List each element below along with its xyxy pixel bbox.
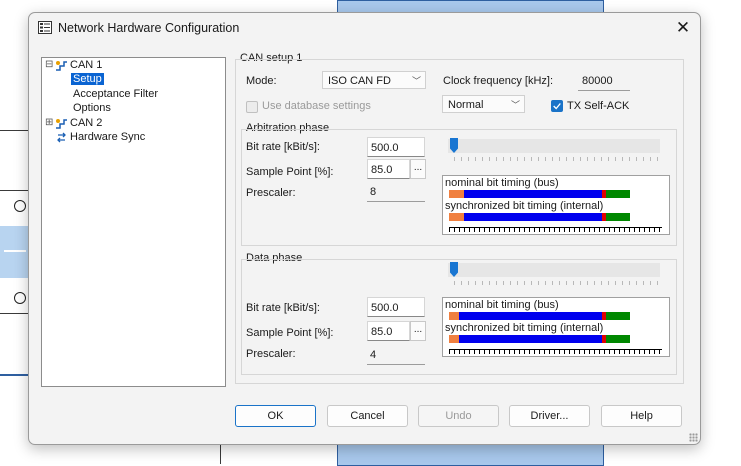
sync-sync-segment	[449, 213, 464, 221]
use-database-checkbox[interactable]	[246, 101, 258, 113]
background-vertical-line	[220, 443, 221, 464]
background-block-left	[0, 226, 28, 278]
nominal-sync-segment	[449, 190, 464, 198]
arbitration-nominal-label: nominal bit timing (bus)	[445, 177, 559, 189]
hardware-sync-icon	[57, 132, 66, 143]
arbitration-bitrate-label: Bit rate [kBit/s]:	[246, 141, 320, 153]
sync-phase-segment	[606, 213, 630, 221]
arbitration-prescaler-value: 8	[367, 182, 425, 202]
resize-grip-icon[interactable]	[689, 433, 698, 442]
network-hardware-dialog: Network Hardware Configuration ✕ ⊟ CAN 1…	[28, 12, 701, 445]
background-circle	[14, 200, 26, 212]
data-prescaler-value: 4	[367, 345, 425, 365]
dialog-title: Network Hardware Configuration	[58, 21, 240, 35]
mode-select[interactable]: ISO CAN FD ﹀	[322, 71, 426, 89]
config-tree: ⊟ CAN 1 Setup Acceptance Filter Options …	[41, 57, 226, 387]
tree-item-can1[interactable]: CAN 1	[70, 59, 102, 71]
title-bar[interactable]: Network Hardware Configuration ✕	[29, 13, 700, 43]
nominal-prop-segment	[459, 312, 604, 320]
data-prescaler-label: Prescaler:	[246, 348, 296, 360]
close-icon[interactable]: ✕	[672, 17, 694, 39]
arbitration-sample-point-button[interactable]: ...	[410, 159, 426, 179]
checkmark-icon	[553, 103, 561, 110]
background-line	[0, 130, 28, 131]
sync-phase-segment	[606, 335, 630, 343]
tree-item-acceptance-filter[interactable]: Acceptance Filter	[73, 88, 158, 100]
arbitration-timing-scale	[449, 227, 662, 232]
data-phase-slider-ticks	[454, 281, 658, 285]
undo-button[interactable]: Undo	[418, 405, 499, 427]
arbitration-sync-label: synchronized bit timing (internal)	[445, 200, 604, 212]
mode-select-value: ISO CAN FD	[328, 75, 391, 87]
background-circle	[14, 292, 26, 304]
arbitration-bitrate-input[interactable]: 500.0	[367, 137, 425, 157]
tx-self-ack-label: TX Self-ACK	[567, 100, 630, 112]
can-channel-icon	[56, 119, 67, 129]
sync-sync-segment	[449, 335, 459, 343]
mode-label: Mode:	[246, 75, 277, 87]
clock-frequency-value: 80000	[578, 71, 630, 91]
background-line	[0, 190, 28, 191]
output-mode-select[interactable]: Normal ﹀	[442, 95, 525, 113]
chevron-down-icon: ﹀	[510, 100, 520, 110]
tx-self-ack-checkbox[interactable]	[551, 100, 563, 112]
ok-button[interactable]: OK	[235, 405, 316, 427]
data-timing-diagram: nominal bit timing (bus) synchronized bi…	[442, 297, 670, 357]
output-mode-value: Normal	[448, 99, 484, 111]
arbitration-timing-diagram: nominal bit timing (bus) synchronized bi…	[442, 175, 670, 235]
sync-prop-segment	[459, 335, 604, 343]
network-config-icon	[38, 21, 52, 34]
nominal-prop-segment	[464, 190, 604, 198]
tree-expander-can1[interactable]: ⊟	[45, 59, 53, 70]
nominal-phase-segment	[606, 190, 630, 198]
arbitration-slider[interactable]	[448, 139, 660, 153]
arbitration-sample-point-label: Sample Point [%]:	[246, 166, 334, 178]
arbitration-sample-point-input[interactable]: 85.0	[367, 159, 410, 179]
data-timing-scale	[449, 349, 662, 354]
nominal-sync-segment	[449, 312, 459, 320]
data-sample-point-button[interactable]: ...	[410, 321, 426, 341]
data-sample-point-input[interactable]: 85.0	[367, 321, 410, 341]
arbitration-prescaler-label: Prescaler:	[246, 187, 296, 199]
data-nominal-label: nominal bit timing (bus)	[445, 299, 559, 311]
tree-item-hardware-sync[interactable]: Hardware Sync	[70, 131, 145, 143]
driver-button[interactable]: Driver...	[509, 405, 590, 427]
tree-item-setup[interactable]: Setup	[71, 73, 104, 85]
tree-expander-can2[interactable]: ⊞	[45, 117, 53, 128]
nominal-phase-segment	[606, 312, 630, 320]
data-sample-point-label: Sample Point [%]:	[246, 327, 334, 339]
clock-frequency-label: Clock frequency [kHz]:	[443, 75, 554, 87]
sync-prop-segment	[464, 213, 604, 221]
data-phase-slider[interactable]	[448, 263, 660, 277]
chevron-down-icon: ﹀	[411, 76, 421, 86]
can-channel-icon	[56, 61, 67, 71]
data-bitrate-input[interactable]: 500.0	[367, 297, 425, 317]
cancel-button[interactable]: Cancel	[327, 405, 408, 427]
arbitration-slider-ticks	[454, 157, 658, 161]
help-button[interactable]: Help	[601, 405, 682, 427]
data-bitrate-label: Bit rate [kBit/s]:	[246, 302, 320, 314]
background-line	[0, 313, 28, 314]
use-database-label: Use database settings	[262, 100, 371, 112]
background-line	[4, 250, 26, 252]
tree-item-can2[interactable]: CAN 2	[70, 117, 102, 129]
background-block-bottom	[337, 443, 604, 466]
data-sync-label: synchronized bit timing (internal)	[445, 322, 604, 334]
background-line	[0, 374, 28, 376]
tree-item-options[interactable]: Options	[73, 102, 111, 114]
